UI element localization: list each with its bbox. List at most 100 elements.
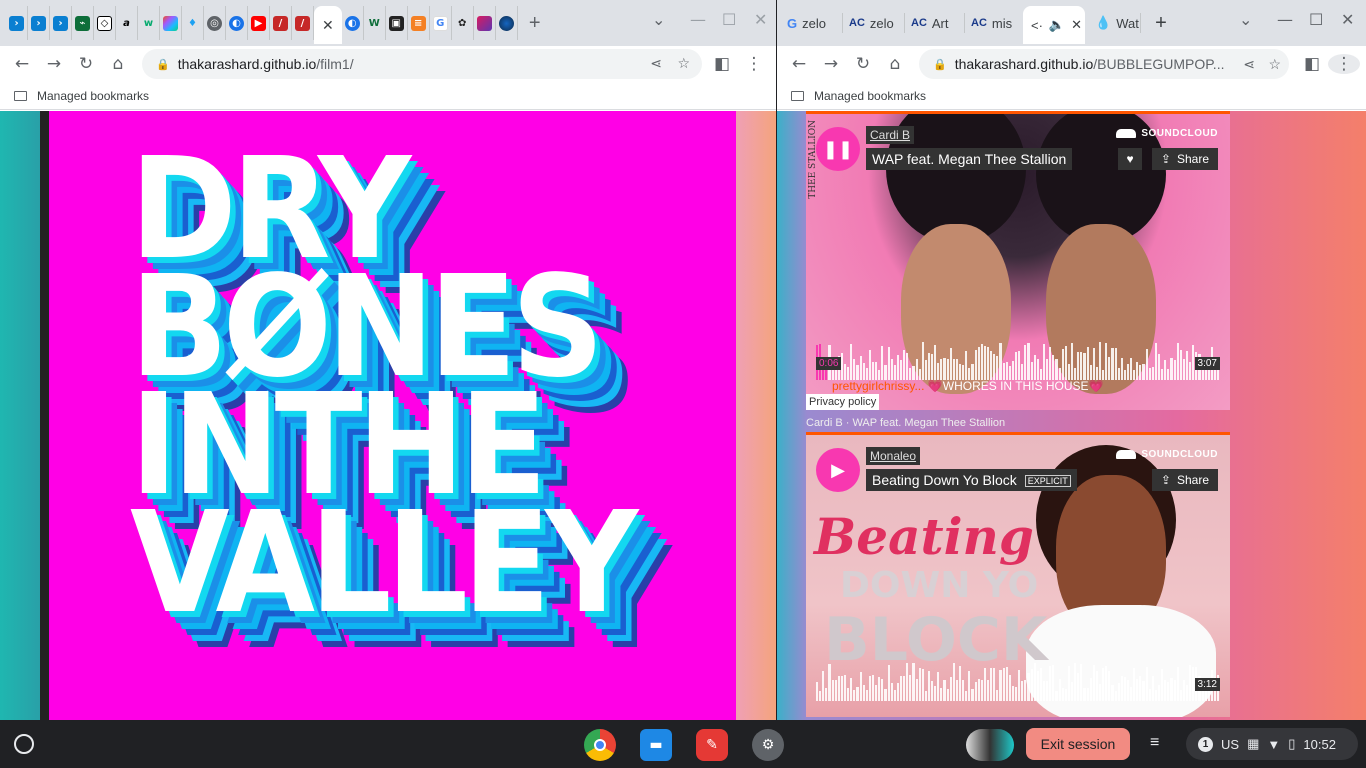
waveform-bar bbox=[1167, 368, 1170, 380]
tab-replit-2[interactable]: ◐ bbox=[342, 6, 364, 40]
minimize-button[interactable]: — bbox=[1277, 10, 1293, 29]
tab-replit[interactable]: ◐ bbox=[226, 6, 248, 40]
script-icon: a bbox=[123, 17, 130, 29]
active-tab[interactable]: ✕ bbox=[314, 6, 342, 44]
artist-link[interactable]: Monaleo bbox=[866, 447, 921, 465]
tab-vscode-2[interactable]: › bbox=[28, 6, 50, 40]
close-window-button[interactable]: ✕ bbox=[754, 10, 767, 29]
tab-red-2[interactable]: / bbox=[292, 6, 314, 40]
speaker-icon[interactable]: 🔈 bbox=[1049, 17, 1065, 33]
pause-button[interactable]: ❚❚ bbox=[816, 127, 860, 171]
active-audio-tab[interactable]: <· 🔈 ✕ bbox=[1023, 6, 1085, 44]
tab-openai[interactable]: ✿ bbox=[452, 6, 474, 40]
tab-google-search[interactable]: Gzelo bbox=[787, 13, 843, 33]
tab-art[interactable]: AC Art bbox=[905, 13, 965, 33]
status-tray[interactable]: 1 US ▦ ▼ ▯ 10:52 bbox=[1186, 728, 1358, 760]
reload-button[interactable]: ↻ bbox=[70, 54, 102, 74]
back-button[interactable]: ← bbox=[6, 54, 38, 74]
settings-app[interactable]: ⚙ bbox=[752, 729, 784, 761]
tab-google[interactable]: G bbox=[430, 6, 452, 40]
forward-button[interactable]: → bbox=[815, 54, 847, 74]
managed-bookmarks[interactable]: Managed bookmarks bbox=[814, 89, 926, 103]
maximize-button[interactable]: ☐ bbox=[1309, 10, 1323, 29]
tab-leaf[interactable]: ⌁ bbox=[72, 6, 94, 40]
new-tab-button[interactable]: + bbox=[1141, 12, 1181, 35]
maximize-button[interactable]: ☐ bbox=[722, 10, 736, 29]
wifi-icon: ▼ bbox=[1267, 736, 1281, 752]
share-icon[interactable]: ⋖ bbox=[650, 56, 662, 72]
tab-apple[interactable]: a bbox=[116, 6, 138, 40]
chrome-app[interactable] bbox=[584, 729, 616, 761]
address-bar[interactable]: 🔒 thakarashard.github.io/BUBBLEGUMPOP...… bbox=[919, 49, 1289, 79]
home-button[interactable]: ⌂ bbox=[102, 54, 134, 74]
tab-twitter[interactable]: ♦ bbox=[182, 6, 204, 40]
left-page-content: DRY BØNES INTHE VALLEY bbox=[0, 111, 776, 720]
like-button[interactable]: ♥ bbox=[1118, 148, 1142, 170]
menu-button[interactable]: ⋮ bbox=[1328, 54, 1360, 74]
forward-button[interactable]: → bbox=[38, 54, 70, 74]
star-icon[interactable]: ☆ bbox=[1268, 56, 1281, 73]
exit-session-button[interactable]: Exit session bbox=[1026, 728, 1130, 760]
tab-w3schools[interactable]: w bbox=[138, 6, 160, 40]
waveform[interactable] bbox=[816, 342, 1220, 380]
tab-figma[interactable] bbox=[160, 6, 182, 40]
reload-button[interactable]: ↻ bbox=[847, 54, 879, 74]
play-button[interactable]: ▶ bbox=[816, 448, 860, 492]
figma-icon bbox=[163, 15, 178, 31]
soundcloud-logo[interactable]: SOUNDCLOUD bbox=[1116, 128, 1218, 139]
waveform-bar bbox=[977, 347, 980, 380]
back-button[interactable]: ← bbox=[783, 54, 815, 74]
tab-search-button[interactable]: ⌄ bbox=[652, 10, 665, 29]
soundcloud-logo[interactable]: SOUNDCLOUD bbox=[1116, 449, 1218, 460]
tab-vscode-1[interactable]: › bbox=[6, 6, 28, 40]
close-window-button[interactable]: ✕ bbox=[1341, 10, 1354, 29]
minimize-button[interactable]: — bbox=[690, 10, 706, 29]
track-title[interactable]: Beating Down Yo Block EXPLICIT bbox=[866, 469, 1077, 491]
track-title[interactable]: WAP feat. Megan Thee Stallion bbox=[866, 148, 1073, 170]
tab-youtube[interactable]: ▶ bbox=[248, 6, 270, 40]
tab-gradient[interactable] bbox=[474, 6, 496, 40]
tab-stack[interactable]: ≡ bbox=[408, 6, 430, 40]
home-button[interactable]: ⌂ bbox=[879, 54, 911, 74]
tab-label: <· bbox=[1031, 17, 1043, 33]
menu-button[interactable]: ⋮ bbox=[738, 54, 770, 74]
tab-camera[interactable]: ▣ bbox=[386, 6, 408, 40]
launcher-button[interactable] bbox=[14, 734, 34, 754]
tab-wix[interactable]: W bbox=[364, 6, 386, 40]
files-app[interactable]: ▬ bbox=[640, 729, 672, 761]
tab-search-button[interactable]: ⌄ bbox=[1239, 10, 1252, 29]
managed-bookmarks[interactable]: Managed bookmarks bbox=[37, 89, 149, 103]
side-panel-button[interactable]: ◧ bbox=[706, 54, 738, 74]
tab-vscode-3[interactable]: › bbox=[50, 6, 72, 40]
waveform[interactable] bbox=[816, 663, 1220, 701]
tab-water[interactable]: 💧 Wat bbox=[1085, 13, 1141, 33]
tab-codepen[interactable]: ◇ bbox=[94, 6, 116, 40]
tab-globe[interactable]: ◎ bbox=[204, 6, 226, 40]
close-icon[interactable]: ✕ bbox=[322, 17, 334, 34]
share-icon[interactable]: ⋖ bbox=[1243, 56, 1255, 73]
share-button[interactable]: ⇪ Share bbox=[1151, 469, 1218, 491]
tab-zelo[interactable]: AC zelo bbox=[843, 13, 905, 33]
address-bar[interactable]: 🔒 thakarashard.github.io/film1/ ⋖ ☆ bbox=[142, 49, 702, 79]
new-tab-button[interactable]: + bbox=[518, 12, 552, 35]
waveform-bar bbox=[871, 361, 875, 380]
share-button[interactable]: ⇪ Share bbox=[1151, 148, 1218, 170]
tab-red-1[interactable]: / bbox=[270, 6, 292, 40]
screencast-app[interactable]: ✎ bbox=[696, 729, 728, 761]
user-avatar[interactable] bbox=[966, 729, 1014, 761]
waveform-bar bbox=[1158, 685, 1161, 701]
waveform-bar bbox=[884, 689, 887, 701]
clipboard-icon[interactable]: ≡ bbox=[1150, 734, 1159, 752]
close-icon[interactable]: ✕ bbox=[1071, 17, 1082, 33]
timed-comment[interactable]: prettygirlchrissy... 💗WHORES IN THIS HOU… bbox=[832, 379, 1104, 393]
privacy-policy-link[interactable]: Privacy policy bbox=[806, 394, 880, 410]
artist-link[interactable]: Cardi B bbox=[866, 126, 915, 144]
star-icon[interactable]: ☆ bbox=[677, 56, 690, 72]
waveform-bar bbox=[1011, 685, 1014, 701]
tab-dark[interactable] bbox=[496, 6, 518, 40]
track-attribution[interactable]: Cardi B · WAP feat. Megan Thee Stallion bbox=[806, 417, 1005, 429]
side-panel-button[interactable]: ◧ bbox=[1296, 54, 1328, 74]
waveform-bar bbox=[959, 364, 962, 380]
tab-mis[interactable]: AC mis bbox=[965, 13, 1023, 33]
waveform-bar bbox=[1083, 353, 1086, 380]
